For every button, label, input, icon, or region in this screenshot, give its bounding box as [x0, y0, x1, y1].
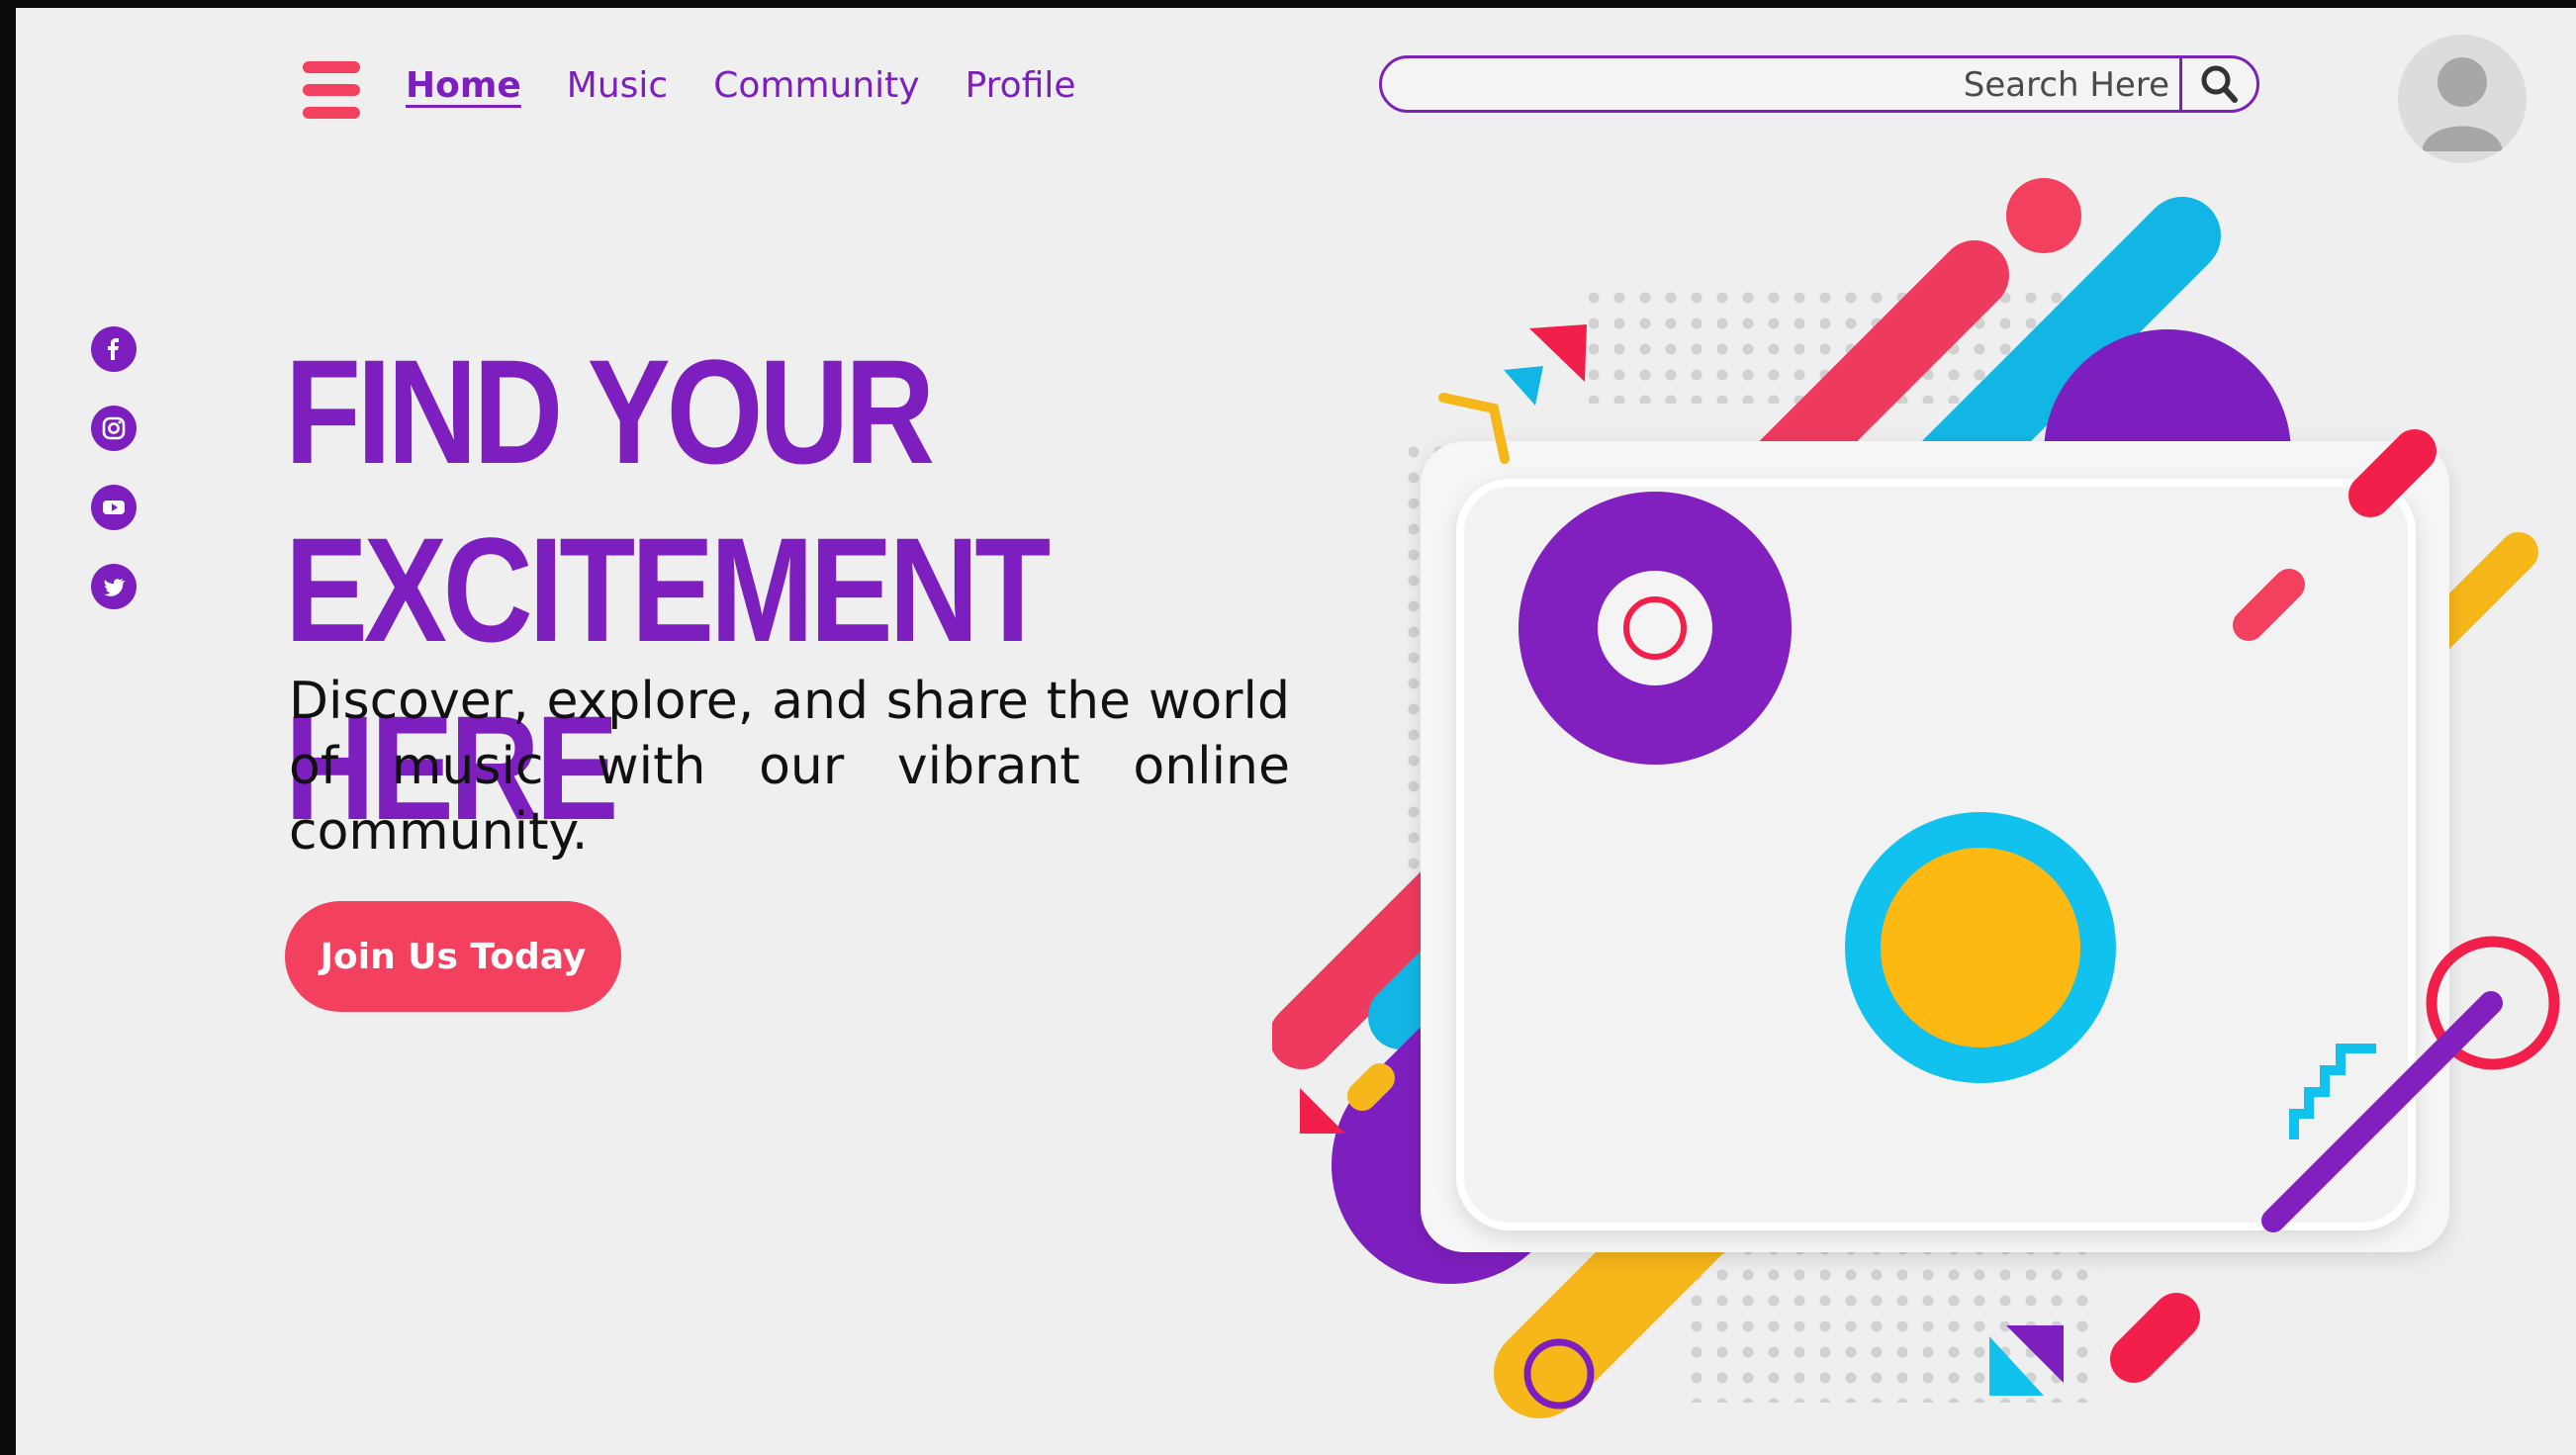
search-divider: [2179, 58, 2182, 110]
hero-title-line-1: FIND YOUR: [285, 328, 935, 495]
hero-description: Discover, explore, and share the world o…: [289, 672, 1290, 862]
music-player-illustration: [1272, 178, 2560, 1418]
nav-link-profile[interactable]: Profile: [966, 65, 1076, 106]
user-avatar[interactable]: [2398, 35, 2527, 163]
twitter-icon[interactable]: [91, 564, 137, 609]
hamburger-menu-icon[interactable]: [303, 61, 360, 119]
social-links: [91, 326, 137, 643]
cyan-triangle: [1504, 366, 1543, 406]
speaker-inner: [1881, 848, 2080, 1047]
yellow-dash: [1347, 1063, 1395, 1111]
youtube-icon[interactable]: [91, 485, 137, 530]
search-bar: [1379, 55, 2259, 113]
instagram-icon[interactable]: [91, 406, 137, 451]
main-nav: Home Music Community Profile: [406, 65, 1122, 106]
landing-page: Home Music Community Profile Search Here…: [16, 8, 2576, 1455]
red-triangle-small: [1300, 1088, 1345, 1134]
magnifier-icon: [2201, 65, 2238, 103]
pink-dot: [2006, 178, 2081, 253]
nav-link-home[interactable]: Home: [406, 65, 521, 106]
search-input[interactable]: [1406, 58, 2171, 112]
nav-link-community[interactable]: Community: [713, 65, 919, 106]
red-pill-bottom: [2110, 1293, 2200, 1383]
search-button[interactable]: [2185, 58, 2256, 110]
vinyl-label: [1598, 571, 1712, 685]
nav-link-music[interactable]: Music: [567, 65, 668, 106]
facebook-icon[interactable]: [91, 326, 137, 372]
user-avatar-icon: [2422, 57, 2503, 151]
join-us-button[interactable]: Join Us Today: [285, 901, 621, 1012]
